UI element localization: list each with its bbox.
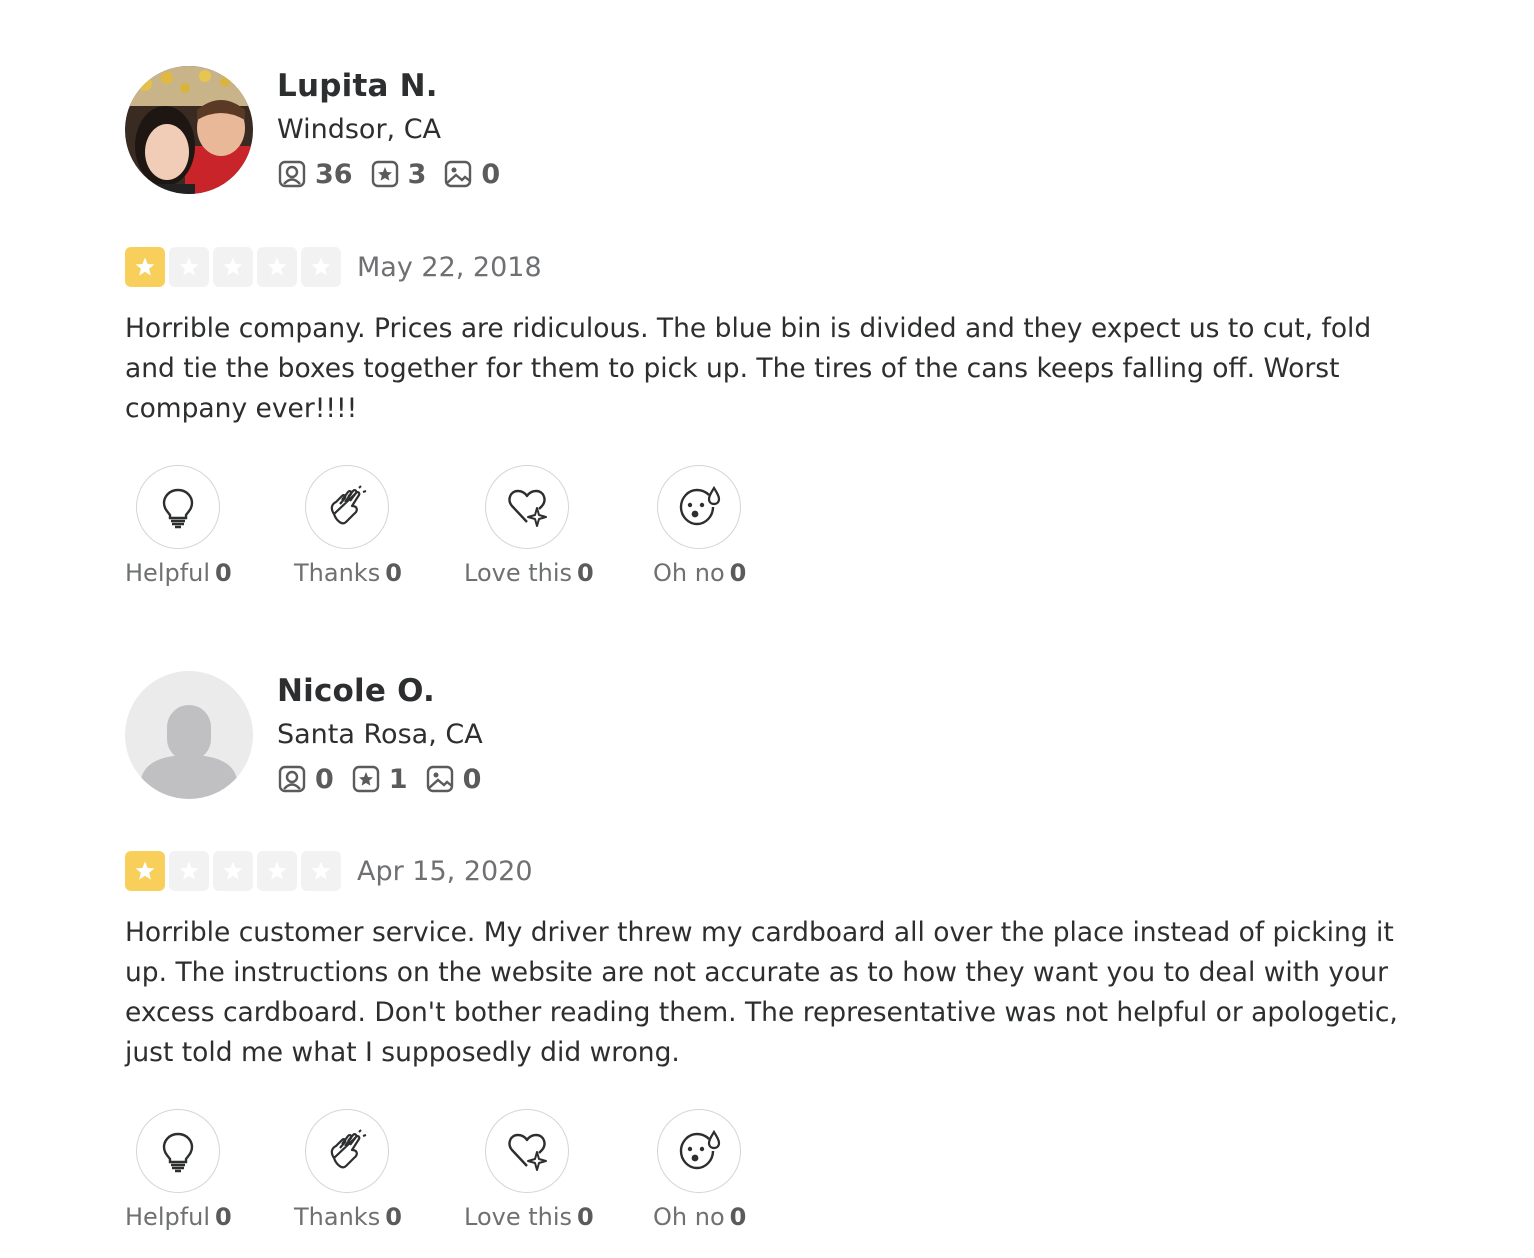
photo-icon bbox=[426, 765, 453, 793]
lightbulb-icon bbox=[162, 488, 194, 529]
thanks-button[interactable] bbox=[305, 465, 389, 549]
user-location: Santa Rosa, CA bbox=[277, 719, 483, 750]
star-icon bbox=[257, 851, 297, 891]
reaction-label: Oh no bbox=[653, 1203, 725, 1231]
review-card: Lupita N. Windsor, CA 36 3 0 May 22, 201… bbox=[125, 66, 1425, 595]
oh-no-reaction-button[interactable]: Oh no 0 bbox=[653, 1109, 797, 1231]
user-location: Windsor, CA bbox=[277, 114, 442, 145]
review-text: Horrible customer service. My driver thr… bbox=[125, 917, 1398, 1068]
reaction-label: Helpful bbox=[125, 559, 211, 587]
star-icon bbox=[213, 851, 253, 891]
star-icon bbox=[301, 851, 341, 891]
rating-row: May 22, 2018 bbox=[125, 247, 1425, 287]
reaction-label: Oh no bbox=[653, 559, 725, 587]
love-this-reaction-button[interactable]: Love this 0 bbox=[464, 1109, 625, 1231]
star-icon bbox=[125, 851, 165, 891]
love-this-button[interactable] bbox=[485, 1109, 569, 1193]
helpful-reaction-button[interactable]: Helpful 0 bbox=[125, 1109, 276, 1231]
reaction-label: Thanks bbox=[294, 559, 381, 587]
lightbulb-icon bbox=[162, 1132, 194, 1173]
reaction-label: Love this bbox=[464, 559, 573, 587]
reaction-label: Love this bbox=[464, 1203, 573, 1231]
friends-stat: 0 bbox=[277, 764, 334, 795]
review-date: May 22, 2018 bbox=[357, 251, 542, 283]
reaction-count: 0 bbox=[215, 1203, 232, 1231]
love-this-reaction-button[interactable]: Love this 0 bbox=[464, 465, 625, 587]
thanks-reaction-button[interactable]: Thanks 0 bbox=[294, 465, 445, 587]
user-name[interactable]: Lupita N. bbox=[277, 66, 517, 106]
default-user-icon bbox=[125, 671, 253, 799]
friends-stat: 36 bbox=[277, 159, 353, 190]
thanks-reaction-button[interactable]: Thanks 0 bbox=[294, 1109, 445, 1231]
star-icon bbox=[169, 247, 209, 287]
star-rating bbox=[125, 247, 345, 287]
user-passport: Lupita N. Windsor, CA 36 3 0 bbox=[125, 66, 1425, 196]
reaction-count: 0 bbox=[385, 1203, 402, 1231]
user-stats: 36 3 0 bbox=[277, 158, 517, 190]
reviews-stat: 3 bbox=[370, 158, 427, 190]
review-star-icon bbox=[352, 765, 379, 793]
reaction-count: 0 bbox=[577, 559, 594, 587]
user-stats: 0 1 0 bbox=[277, 763, 498, 795]
reviews-count: 3 bbox=[407, 158, 427, 190]
review-text: Horrible company. Prices are ridiculous.… bbox=[125, 313, 1372, 424]
photos-stat: 0 bbox=[443, 159, 500, 190]
star-icon bbox=[301, 247, 341, 287]
photo-icon bbox=[445, 160, 472, 188]
photos-count: 0 bbox=[481, 158, 501, 190]
oh-no-button[interactable] bbox=[657, 465, 741, 549]
shocked-face-icon bbox=[679, 1129, 721, 1170]
clapping-hands-icon bbox=[330, 1129, 367, 1169]
photos-count: 0 bbox=[462, 763, 482, 795]
heart-sparkle-icon bbox=[508, 1133, 547, 1171]
friends-count: 0 bbox=[315, 763, 334, 795]
reaction-label: Thanks bbox=[294, 1203, 381, 1231]
love-this-button[interactable] bbox=[485, 465, 569, 549]
photos-stat: 0 bbox=[425, 763, 482, 795]
star-icon bbox=[213, 247, 253, 287]
star-icon bbox=[169, 851, 209, 891]
star-icon bbox=[257, 247, 297, 287]
clapping-hands-icon bbox=[330, 485, 367, 525]
review-date: Apr 15, 2020 bbox=[357, 855, 533, 887]
oh-no-reaction-button[interactable]: Oh no 0 bbox=[653, 465, 797, 587]
review-card: Nicole O. Santa Rosa, CA 0 1 0 Apr 15, 2… bbox=[125, 671, 1425, 1239]
user-avatar[interactable] bbox=[125, 66, 253, 194]
reaction-label: Helpful bbox=[125, 1203, 211, 1231]
review-star-icon bbox=[371, 160, 398, 188]
shocked-face-icon bbox=[679, 485, 721, 526]
reaction-count: 0 bbox=[215, 559, 232, 587]
friends-count: 36 bbox=[315, 158, 353, 190]
reaction-bar: Helpful 0 Thanks 0 Love this 0 Oh no 0 bbox=[125, 465, 1425, 595]
reviews-count: 1 bbox=[388, 763, 408, 795]
helpful-reaction-button[interactable]: Helpful 0 bbox=[125, 465, 276, 587]
oh-no-button[interactable] bbox=[657, 1109, 741, 1193]
reaction-count: 0 bbox=[729, 559, 747, 587]
star-rating bbox=[125, 851, 345, 891]
user-name[interactable]: Nicole O. bbox=[277, 671, 498, 711]
reaction-count: 0 bbox=[729, 1203, 747, 1231]
reviews-stat: 1 bbox=[351, 764, 408, 795]
reaction-bar: Helpful 0 Thanks 0 Love this 0 Oh no 0 bbox=[125, 1109, 1425, 1239]
rating-row: Apr 15, 2020 bbox=[125, 851, 1425, 891]
reaction-count: 0 bbox=[577, 1203, 594, 1231]
reaction-count: 0 bbox=[385, 559, 402, 587]
default-avatar[interactable] bbox=[125, 671, 253, 799]
heart-sparkle-icon bbox=[508, 489, 547, 527]
helpful-button[interactable] bbox=[136, 1109, 220, 1193]
thanks-button[interactable] bbox=[305, 1109, 389, 1193]
user-passport: Nicole O. Santa Rosa, CA 0 1 0 bbox=[125, 671, 1425, 801]
friends-icon bbox=[278, 765, 306, 793]
helpful-button[interactable] bbox=[136, 465, 220, 549]
friends-icon bbox=[278, 160, 306, 188]
star-icon bbox=[125, 247, 165, 287]
